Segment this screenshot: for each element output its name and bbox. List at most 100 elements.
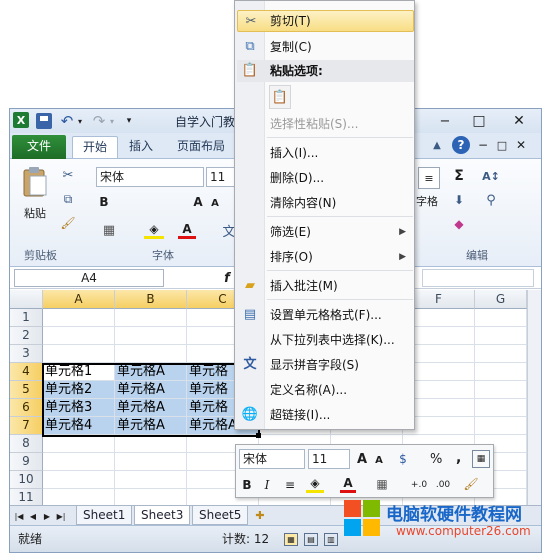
- menu-item-define-name[interactable]: 定义名称(A)...: [237, 379, 414, 401]
- mini-bold-icon[interactable]: B: [240, 477, 254, 493]
- cell[interactable]: 单元格4: [43, 417, 115, 435]
- cell[interactable]: [43, 309, 115, 327]
- undo-icon[interactable]: ↶: [58, 112, 76, 130]
- mini-font-color-icon[interactable]: A: [340, 475, 356, 493]
- cell[interactable]: [115, 327, 187, 345]
- cell[interactable]: [43, 327, 115, 345]
- sheet-tab-sheet5[interactable]: Sheet5: [192, 506, 249, 525]
- vertical-scrollbar[interactable]: [527, 290, 541, 505]
- mini-font-name-combo[interactable]: 宋体: [239, 449, 305, 469]
- redo-dropdown-icon[interactable]: ▾: [108, 115, 116, 127]
- row-header-1[interactable]: 1: [10, 309, 43, 327]
- cell[interactable]: [115, 453, 187, 471]
- tab-insert[interactable]: 插入: [129, 136, 153, 158]
- cell[interactable]: [43, 471, 115, 489]
- restore-button[interactable]: □: [464, 111, 494, 131]
- font-name-combo[interactable]: 宋体: [96, 167, 204, 187]
- row-header-9[interactable]: 9: [10, 453, 43, 471]
- menu-item-format-cells[interactable]: ▤ 设置单元格格式(F)...: [237, 304, 414, 326]
- cut-icon[interactable]: ✂: [60, 167, 76, 183]
- menu-item-show-phonetic[interactable]: 文 显示拼音字段(S): [237, 354, 414, 376]
- cell[interactable]: [115, 435, 187, 453]
- mini-fill-color-icon[interactable]: ◈: [306, 475, 324, 493]
- cell[interactable]: 单元格A: [115, 417, 187, 435]
- cell[interactable]: [475, 345, 527, 363]
- fill-icon[interactable]: ⬇: [450, 191, 468, 209]
- find-select-icon[interactable]: ⚲: [480, 191, 502, 209]
- cell[interactable]: 单元格3: [43, 399, 115, 417]
- row-header-3[interactable]: 3: [10, 345, 43, 363]
- mini-align-center-icon[interactable]: ≡: [282, 477, 298, 493]
- last-sheet-icon[interactable]: ▶|: [56, 509, 66, 523]
- mini-format-cells-icon[interactable]: ▦: [472, 450, 490, 468]
- redo-icon[interactable]: ↷: [90, 112, 108, 130]
- mini-font-size-combo[interactable]: 11: [308, 449, 350, 469]
- menu-item-clear-contents[interactable]: 清除内容(N): [237, 192, 414, 214]
- cell[interactable]: [43, 345, 115, 363]
- wrap-text-label[interactable]: 字格: [412, 193, 442, 209]
- row-header-6[interactable]: 6: [10, 399, 43, 417]
- menu-item-delete[interactable]: 删除(D)...: [237, 167, 414, 189]
- name-box[interactable]: A4: [14, 269, 164, 287]
- tab-home[interactable]: 开始: [72, 136, 118, 158]
- workbook-close-icon[interactable]: ✕: [514, 137, 528, 153]
- row-header-4[interactable]: 4: [10, 363, 43, 381]
- cell[interactable]: [43, 453, 115, 471]
- cell[interactable]: 单元格2: [43, 381, 115, 399]
- cell[interactable]: 单元格A: [115, 363, 187, 381]
- borders-icon[interactable]: ▦: [100, 221, 118, 239]
- insert-sheet-icon[interactable]: ✚: [252, 508, 268, 523]
- mini-shrink-font-icon[interactable]: A: [372, 452, 386, 468]
- select-all-corner[interactable]: [10, 290, 43, 309]
- help-icon[interactable]: ?: [452, 136, 470, 154]
- font-size-combo[interactable]: 11: [206, 167, 236, 187]
- cell[interactable]: [475, 327, 527, 345]
- tab-page-layout[interactable]: 页面布局: [177, 136, 225, 158]
- fill-handle[interactable]: [256, 433, 261, 438]
- formula-input[interactable]: [422, 269, 534, 287]
- cell[interactable]: [475, 399, 527, 417]
- font-color-icon[interactable]: A: [178, 221, 196, 239]
- sheet-tab-sheet3[interactable]: Sheet3: [134, 506, 191, 525]
- close-button[interactable]: ✕: [504, 111, 534, 131]
- cell[interactable]: [475, 417, 527, 435]
- autosum-icon[interactable]: Σ: [450, 167, 468, 185]
- cell[interactable]: [475, 309, 527, 327]
- customize-qat-icon[interactable]: ▾: [124, 114, 134, 128]
- shrink-font-icon[interactable]: A: [208, 195, 222, 211]
- cell[interactable]: [115, 345, 187, 363]
- menu-item-copy[interactable]: ⧉ 复制(C): [237, 36, 414, 58]
- normal-view-icon[interactable]: ▦: [284, 533, 298, 546]
- menu-item-filter[interactable]: 筛选(E) ▶: [237, 221, 414, 243]
- mini-grow-font-icon[interactable]: A: [354, 450, 370, 468]
- column-header-g[interactable]: G: [475, 290, 527, 309]
- column-header-a[interactable]: A: [43, 290, 115, 309]
- mini-format-painter-icon[interactable]: 🖌: [462, 476, 480, 492]
- minimize-button[interactable]: −: [430, 111, 460, 131]
- cell[interactable]: 单元格A: [115, 381, 187, 399]
- menu-item-cut[interactable]: ✂ 剪切(T): [237, 10, 414, 32]
- tab-file[interactable]: 文件: [12, 135, 66, 159]
- mini-currency-icon[interactable]: $: [394, 450, 412, 468]
- menu-item-insert-comment[interactable]: ▰ 插入批注(M): [237, 275, 414, 297]
- save-icon[interactable]: [36, 113, 52, 129]
- mini-italic-icon[interactable]: I: [260, 477, 274, 493]
- row-header-7[interactable]: 7: [10, 417, 43, 435]
- mini-borders-icon[interactable]: ▦: [374, 476, 390, 492]
- cell[interactable]: [475, 381, 527, 399]
- column-header-b[interactable]: B: [115, 290, 187, 309]
- menu-item-sort[interactable]: 排序(O) ▶: [237, 246, 414, 268]
- mini-increase-decimal-icon[interactable]: +.0: [408, 477, 430, 493]
- cell[interactable]: [43, 435, 115, 453]
- cell[interactable]: [115, 471, 187, 489]
- cell[interactable]: [115, 309, 187, 327]
- paste-icon[interactable]: [20, 165, 50, 199]
- format-painter-icon[interactable]: 🖌: [60, 215, 76, 231]
- workbook-restore-icon[interactable]: □: [495, 137, 509, 153]
- row-header-5[interactable]: 5: [10, 381, 43, 399]
- fill-color-icon[interactable]: ◈: [144, 221, 164, 239]
- prev-sheet-icon[interactable]: ◀: [28, 509, 38, 523]
- sheet-tab-sheet1[interactable]: Sheet1: [76, 506, 133, 525]
- paste-option-icon[interactable]: 📋: [269, 85, 291, 109]
- next-sheet-icon[interactable]: ▶: [42, 509, 52, 523]
